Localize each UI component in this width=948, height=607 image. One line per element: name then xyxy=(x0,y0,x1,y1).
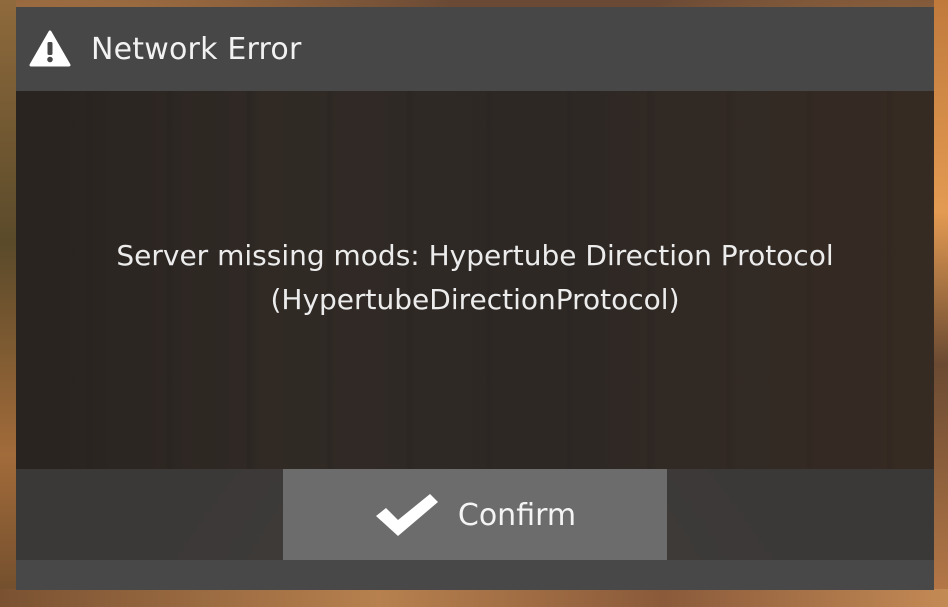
dialog-footer: Confirm xyxy=(16,469,934,590)
confirm-button-label: Confirm xyxy=(457,497,577,533)
error-message: Server missing mods: Hypertube Direction… xyxy=(116,234,833,322)
checkmark-icon xyxy=(374,490,440,540)
network-error-dialog: Network Error Server missing mods: Hyper… xyxy=(16,7,934,590)
error-message-line-1: Server missing mods: Hypertube Direction… xyxy=(116,239,834,272)
background-structure-right xyxy=(934,0,948,607)
dialog-titlebar: Network Error xyxy=(16,7,934,91)
confirm-button[interactable]: Confirm xyxy=(283,469,667,561)
footer-strip xyxy=(16,560,934,590)
warning-icon xyxy=(29,30,71,68)
background-floor xyxy=(0,589,948,607)
dialog-title: Network Error xyxy=(91,31,302,67)
dialog-body: Server missing mods: Hypertube Direction… xyxy=(16,91,934,469)
error-message-line-2: (HypertubeDirectionProtocol) xyxy=(270,283,680,316)
background-structure-left xyxy=(0,0,16,607)
